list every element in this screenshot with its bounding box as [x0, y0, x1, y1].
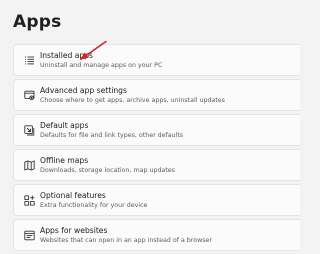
settings-item-offline-maps[interactable]: Offline maps Downloads, storage location… [13, 149, 300, 181]
settings-item-title: Default apps [40, 121, 89, 130]
settings-item-subtitle: Choose where to get apps, archive apps, … [40, 97, 225, 104]
settings-item-subtitle: Extra functionality for your device [40, 202, 148, 209]
settings-item-optional-features[interactable]: Optional features Extra functionality fo… [13, 184, 300, 216]
settings-item-advanced-app-settings[interactable]: Advanced app settings Choose where to ge… [13, 79, 300, 111]
settings-item-subtitle: Defaults for file and link types, other … [40, 132, 184, 139]
default-apps-icon [24, 125, 35, 136]
settings-item-apps-for-websites[interactable]: Apps for websites Websites that can open… [13, 219, 300, 251]
settings-item-subtitle: Downloads, storage location, map updates [40, 167, 175, 174]
settings-item-subtitle: Uninstall and manage apps on your PC [40, 62, 163, 69]
page-title: Apps [13, 12, 62, 32]
settings-item-title: Optional features [40, 191, 106, 200]
settings-item-title: Advanced app settings [40, 86, 127, 95]
settings-item-title: Apps for websites [40, 226, 108, 235]
settings-item-installed-apps[interactable]: Installed apps Uninstall and manage apps… [13, 44, 300, 76]
settings-item-default-apps[interactable]: Default apps Defaults for file and link … [13, 114, 300, 146]
settings-item-subtitle: Websites that can open in an app instead… [40, 237, 212, 244]
optional-features-icon [24, 195, 35, 206]
settings-list: Installed apps Uninstall and manage apps… [13, 44, 300, 254]
advanced-app-settings-icon [24, 90, 35, 101]
red-arrow-annotation [80, 40, 107, 60]
installed-apps-list-icon [24, 55, 35, 66]
apps-for-websites-icon [24, 230, 35, 241]
settings-item-title: Offline maps [40, 156, 89, 165]
map-icon [24, 160, 35, 171]
